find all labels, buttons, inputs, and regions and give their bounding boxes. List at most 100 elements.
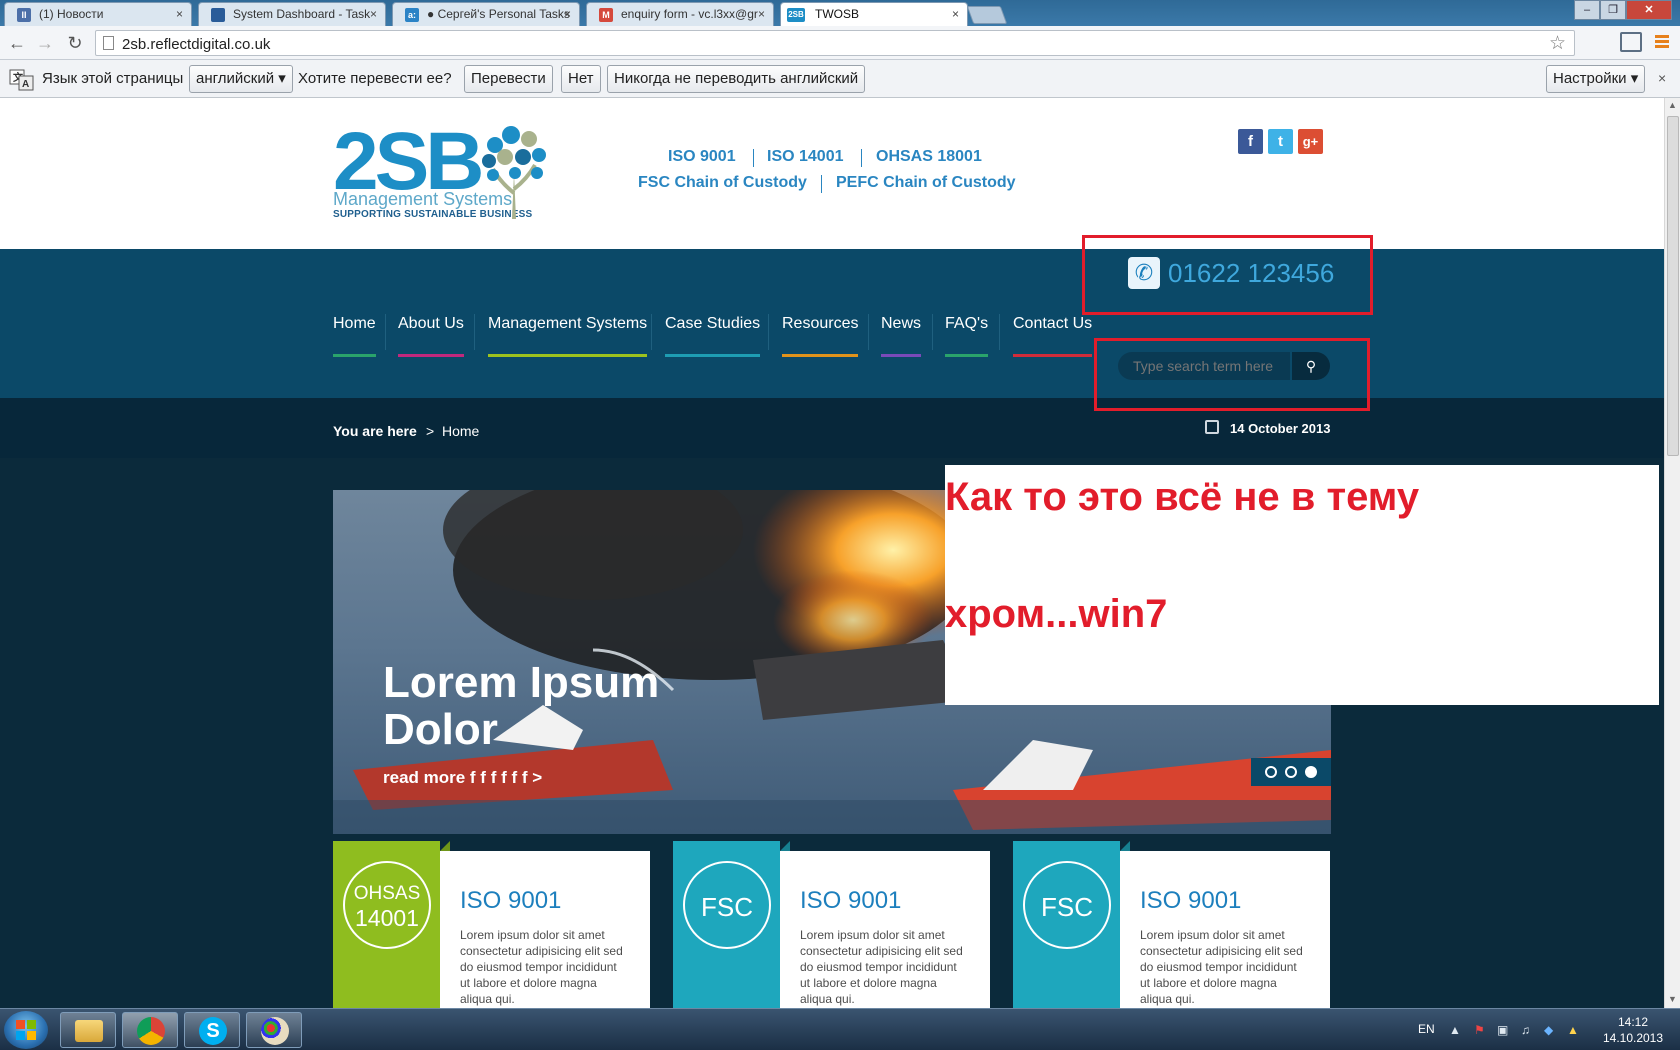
nav-label: Home bbox=[333, 315, 376, 332]
close-tab-icon[interactable]: × bbox=[564, 7, 571, 21]
nav-divider bbox=[385, 314, 386, 350]
phone-number[interactable]: 01622 123456 bbox=[1168, 258, 1334, 289]
address-bar[interactable]: 2sb.reflectdigital.co.uk ☆ bbox=[95, 30, 1575, 56]
nav-contact-us[interactable]: Contact Us bbox=[1013, 315, 1093, 357]
slider-dot[interactable] bbox=[1265, 766, 1277, 778]
page-language-label: Язык этой страницы bbox=[42, 70, 184, 87]
translate-settings-button[interactable]: Настройки ▾ bbox=[1546, 65, 1646, 93]
system-clock[interactable]: 14:12 14.10.2013 bbox=[1598, 1014, 1668, 1046]
action-center-icon[interactable]: ⚑ bbox=[1474, 1023, 1485, 1037]
badge-line1: FSC bbox=[1041, 892, 1093, 922]
translate-question: Хотите перевести ее? bbox=[298, 70, 452, 87]
vertical-scrollbar[interactable]: ▲ ▼ bbox=[1664, 98, 1680, 1008]
nav-label: News bbox=[881, 315, 922, 332]
forward-button[interactable]: → bbox=[34, 32, 56, 54]
annotation-line2: хром...win7 bbox=[945, 592, 1168, 636]
close-tab-icon[interactable]: × bbox=[758, 7, 765, 21]
logo-tree-icon bbox=[482, 126, 546, 219]
close-tab-icon[interactable]: × bbox=[370, 7, 377, 21]
site-logo[interactable]: 2SB Management Systems SUPPORTING SUSTAI… bbox=[333, 116, 553, 223]
page-icon bbox=[103, 36, 114, 50]
paint-icon bbox=[261, 1017, 289, 1045]
jira-favicon-icon bbox=[211, 8, 225, 22]
slider-dot-active[interactable] bbox=[1305, 766, 1317, 778]
google-drive-icon[interactable]: ▲ bbox=[1567, 1023, 1579, 1037]
folder-icon bbox=[75, 1020, 103, 1042]
nav-underline bbox=[782, 354, 859, 357]
cert-link-fsc[interactable]: FSC Chain of Custody bbox=[638, 174, 807, 192]
search-input[interactable] bbox=[1118, 352, 1290, 380]
feature-card[interactable]: OHSAS 14001 ISO 9001 Lorem ipsum dolor s… bbox=[333, 841, 650, 1011]
bookmark-star-icon[interactable]: ☆ bbox=[1549, 32, 1566, 55]
tab-news[interactable]: II (1) Новости × bbox=[4, 2, 192, 26]
skype-icon: S bbox=[199, 1017, 227, 1045]
nav-label: Resources bbox=[782, 315, 859, 332]
minimize-button[interactable]: – bbox=[1574, 0, 1600, 20]
no-button[interactable]: Нет bbox=[561, 65, 601, 93]
scroll-thumb[interactable] bbox=[1667, 116, 1679, 456]
new-tab-button[interactable] bbox=[966, 6, 1008, 24]
slider-dot[interactable] bbox=[1285, 766, 1297, 778]
nav-home[interactable]: Home bbox=[333, 315, 376, 357]
close-tab-icon[interactable]: × bbox=[176, 7, 183, 21]
nav-about-us[interactable]: About Us bbox=[398, 315, 464, 357]
tab-label: ● Сергей's Personal Tasks bbox=[427, 7, 570, 21]
never-translate-button[interactable]: Никогда не переводить английский bbox=[607, 65, 866, 93]
cert-link-ohsas18001[interactable]: OHSAS 18001 bbox=[876, 148, 982, 166]
language-select[interactable]: английский ▾ bbox=[189, 65, 293, 93]
nav-divider bbox=[868, 314, 869, 350]
card-badge: OHSAS 14001 bbox=[343, 861, 431, 949]
breadcrumb-current[interactable]: Home bbox=[442, 423, 479, 439]
tab-label: System Dashboard - Task bbox=[233, 7, 371, 21]
dropbox-icon[interactable]: ◆ bbox=[1544, 1023, 1553, 1037]
breadcrumb-label: You are here bbox=[333, 423, 417, 439]
start-button[interactable] bbox=[4, 1011, 48, 1049]
nav-management-systems[interactable]: Management Systems bbox=[488, 315, 648, 357]
screen: II (1) Новости × System Dashboard - Task… bbox=[0, 0, 1680, 1050]
show-hidden-icons-icon[interactable]: ▲ bbox=[1449, 1023, 1461, 1037]
translate-button[interactable]: Перевести bbox=[464, 65, 553, 93]
facebook-icon[interactable]: f bbox=[1238, 129, 1263, 154]
nav-divider bbox=[651, 314, 652, 350]
feature-card[interactable]: FSC ISO 9001 Lorem ipsum dolor sit amet … bbox=[673, 841, 990, 1011]
taskbar-paint[interactable] bbox=[246, 1012, 302, 1048]
tab-personal-tasks[interactable]: a: ● Сергей's Personal Tasks × bbox=[392, 2, 580, 26]
twitter-icon[interactable]: t bbox=[1268, 129, 1293, 154]
scroll-down-arrow-icon[interactable]: ▼ bbox=[1668, 994, 1677, 1004]
divider bbox=[821, 175, 822, 193]
reload-button[interactable]: ↻ bbox=[64, 32, 86, 54]
taskbar-skype[interactable]: S bbox=[184, 1012, 240, 1048]
volume-icon[interactable]: ♫ bbox=[1521, 1023, 1530, 1037]
close-tab-icon[interactable]: × bbox=[952, 7, 959, 21]
nav-case-studies[interactable]: Case Studies bbox=[665, 315, 761, 357]
card-badge-panel: OHSAS 14001 bbox=[333, 841, 440, 1011]
cast-extension-icon[interactable] bbox=[1620, 32, 1642, 52]
cert-link-iso9001[interactable]: ISO 9001 bbox=[668, 148, 736, 166]
read-more-link[interactable]: read more f f f f f f > bbox=[383, 768, 542, 788]
close-window-button[interactable]: ✕ bbox=[1626, 0, 1672, 20]
back-button[interactable]: ← bbox=[6, 32, 28, 54]
google-plus-icon[interactable]: g+ bbox=[1298, 129, 1323, 154]
maximize-button[interactable]: ❐ bbox=[1600, 0, 1626, 20]
network-icon[interactable]: ▣ bbox=[1497, 1023, 1508, 1037]
close-infobar-icon[interactable]: × bbox=[1658, 70, 1666, 86]
taskbar-file-explorer[interactable] bbox=[60, 1012, 116, 1048]
search-button[interactable]: ⚲ bbox=[1292, 352, 1330, 380]
chrome-menu-icon[interactable] bbox=[1655, 35, 1669, 50]
nav-underline bbox=[881, 354, 922, 357]
windows-logo-icon bbox=[16, 1020, 36, 1040]
nav-faqs[interactable]: FAQ's bbox=[945, 315, 989, 357]
scroll-up-arrow-icon[interactable]: ▲ bbox=[1668, 100, 1677, 110]
keyboard-language[interactable]: EN bbox=[1418, 1022, 1435, 1036]
nav-news[interactable]: News bbox=[881, 315, 922, 357]
taskbar-chrome[interactable] bbox=[122, 1012, 178, 1048]
badge-line2: 14001 bbox=[355, 905, 419, 931]
tab-twosb[interactable]: 2SB TWOSB × bbox=[780, 2, 968, 26]
tab-system-dashboard[interactable]: System Dashboard - Task × bbox=[198, 2, 386, 26]
cert-link-pefc[interactable]: PEFC Chain of Custody bbox=[836, 174, 1016, 192]
cert-link-iso14001[interactable]: ISO 14001 bbox=[767, 148, 844, 166]
feature-card[interactable]: FSC ISO 9001 Lorem ipsum dolor sit amet … bbox=[1013, 841, 1330, 1011]
nav-underline bbox=[945, 354, 989, 357]
tab-gmail[interactable]: M enquiry form - vc.l3xx@gr × bbox=[586, 2, 774, 26]
nav-resources[interactable]: Resources bbox=[782, 315, 859, 357]
